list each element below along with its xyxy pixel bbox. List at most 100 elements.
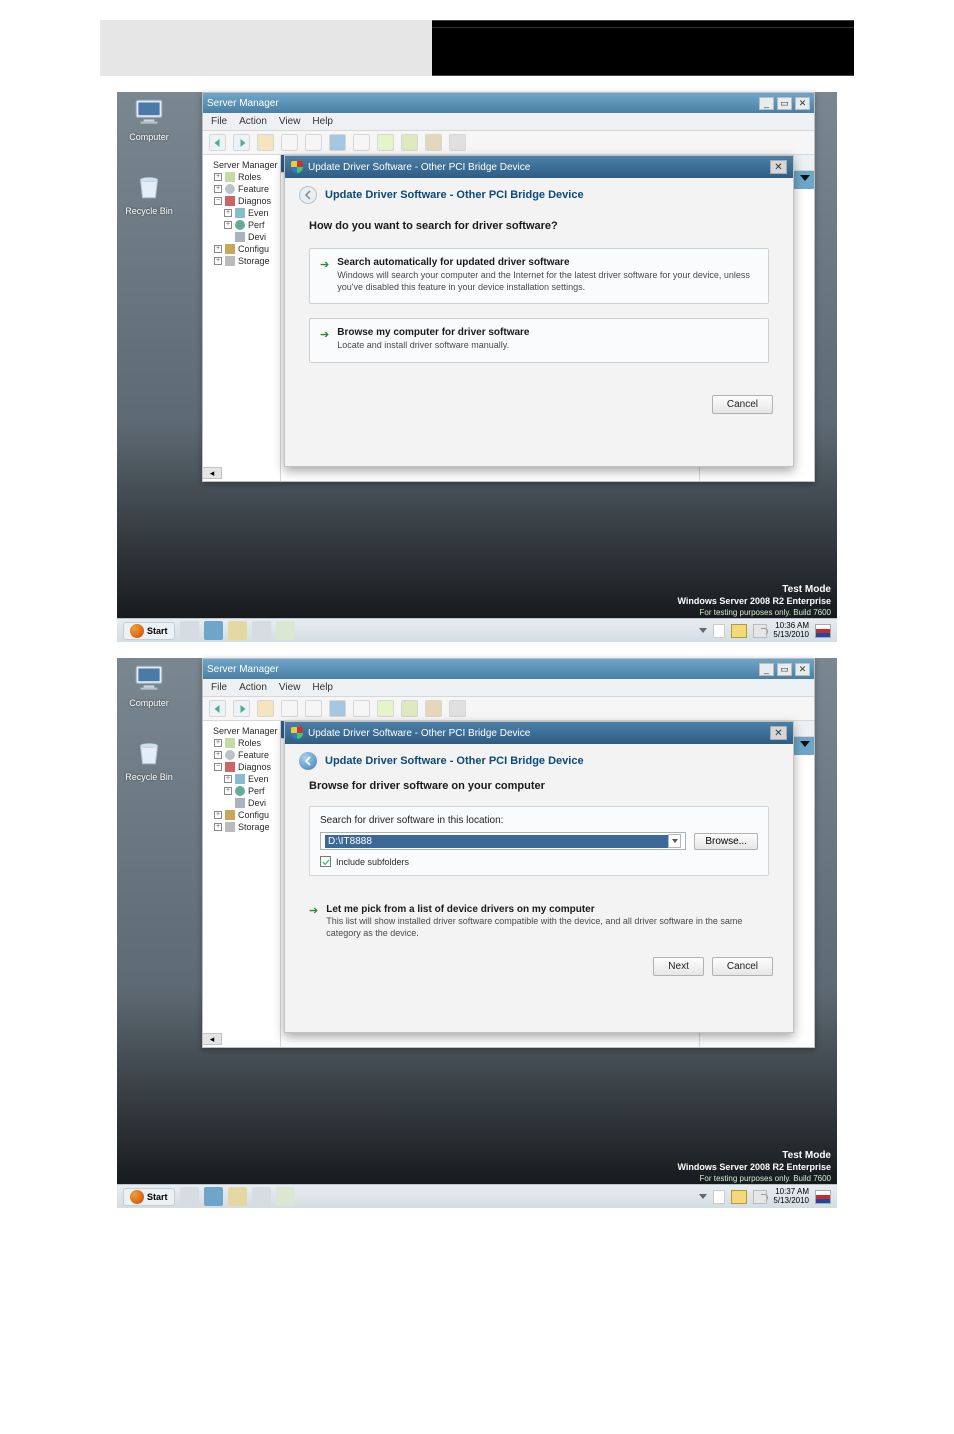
toolbar-btn[interactable] — [377, 134, 394, 151]
forward-icon[interactable] — [233, 134, 250, 151]
start-button[interactable]: Start — [123, 1188, 175, 1206]
toolbar-btn[interactable] — [257, 700, 274, 717]
taskbar-app-icon[interactable] — [276, 1187, 295, 1206]
toolbar-btn[interactable] — [257, 134, 274, 151]
tree-features[interactable]: Feature — [238, 184, 269, 194]
minimize-button[interactable]: _ — [759, 97, 774, 110]
wizard-close-icon[interactable]: ✕ — [770, 726, 787, 740]
next-button[interactable]: Next — [653, 957, 704, 976]
wizard-close-icon[interactable]: ✕ — [770, 160, 787, 174]
toolbar-btn[interactable] — [377, 700, 394, 717]
menu-file[interactable]: File — [211, 116, 227, 127]
tree-storage[interactable]: Storage — [238, 822, 270, 832]
toolbar-btn[interactable] — [281, 700, 298, 717]
toolbar-btn[interactable] — [305, 700, 322, 717]
tray-volume-icon[interactable] — [753, 624, 767, 638]
taskbar-app-icon[interactable] — [252, 1187, 271, 1206]
wizard-back-icon[interactable] — [299, 752, 317, 770]
tray-volume-icon[interactable] — [753, 1190, 767, 1204]
tree-root[interactable]: Server Manager (WIN-HS3HO8C99 — [213, 160, 281, 170]
include-subfolders-checkbox[interactable] — [320, 856, 331, 867]
minimize-button[interactable]: _ — [759, 663, 774, 676]
scroll-left-icon[interactable]: ◂ — [202, 1033, 222, 1045]
nav-tree[interactable]: Server Manager (WIN-HS3HO8C99 +Roles +Fe… — [203, 155, 281, 481]
tree-perf[interactable]: Perf — [248, 786, 265, 796]
help-icon[interactable] — [329, 700, 346, 717]
scroll-left-icon[interactable]: ◂ — [202, 467, 222, 479]
back-icon[interactable] — [209, 134, 226, 151]
tree-diagnostics[interactable]: Diagnos — [238, 762, 271, 772]
taskbar-explorer-icon[interactable] — [228, 1187, 247, 1206]
tree-storage[interactable]: Storage — [238, 256, 270, 266]
tree-config[interactable]: Configu — [238, 810, 269, 820]
toolbar-btn[interactable] — [353, 700, 370, 717]
tree-event[interactable]: Even — [248, 774, 269, 784]
desktop-recycle-icon[interactable]: Recycle Bin — [119, 168, 179, 216]
toolbar-btn[interactable] — [401, 700, 418, 717]
tray-flag-icon[interactable] — [713, 624, 725, 638]
menu-file[interactable]: File — [211, 682, 227, 693]
wizard-titlebar[interactable]: Update Driver Software - Other PCI Bridg… — [285, 722, 793, 744]
toolbar-btn[interactable] — [425, 134, 442, 151]
tray-locale-icon[interactable] — [815, 624, 831, 638]
option-browse-computer[interactable]: ➔ Browse my computer for driver software… — [309, 318, 769, 363]
start-button[interactable]: Start — [123, 622, 175, 640]
window-titlebar[interactable]: Server Manager _ ▭ ✕ — [203, 659, 814, 679]
tree-root[interactable]: Server Manager (WIN-HS3HO8C99 — [213, 726, 281, 736]
tree-devmgr[interactable]: Devi — [248, 232, 266, 242]
taskbar-ie-icon[interactable] — [204, 1187, 223, 1206]
tree-config[interactable]: Configu — [238, 244, 269, 254]
help-icon[interactable] — [329, 134, 346, 151]
menu-help[interactable]: Help — [312, 682, 333, 693]
menu-help[interactable]: Help — [312, 116, 333, 127]
maximize-button[interactable]: ▭ — [777, 663, 792, 676]
browse-button[interactable]: Browse... — [694, 833, 758, 850]
option-pick-from-list[interactable]: ➔ Let me pick from a list of device driv… — [309, 904, 769, 939]
tree-devmgr[interactable]: Devi — [248, 798, 266, 808]
option-search-auto[interactable]: ➔ Search automatically for updated drive… — [309, 248, 769, 304]
clock[interactable]: 10:37 AM 5/13/2010 — [773, 1188, 809, 1205]
dropdown-icon[interactable] — [668, 834, 682, 848]
clock[interactable]: 10:36 AM 5/13/2010 — [773, 622, 809, 639]
tree-event[interactable]: Even — [248, 208, 269, 218]
toolbar-btn[interactable] — [281, 134, 298, 151]
desktop-computer-icon[interactable]: Computer — [119, 660, 179, 708]
taskbar-servermanager-icon[interactable] — [180, 621, 199, 640]
tray-overflow-icon[interactable] — [699, 1194, 707, 1199]
toolbar-btn[interactable] — [401, 134, 418, 151]
tree-roles[interactable]: Roles — [238, 738, 261, 748]
tray-flag-icon[interactable] — [713, 1190, 725, 1204]
toolbar-btn[interactable] — [353, 134, 370, 151]
tray-network-icon[interactable] — [731, 624, 747, 638]
close-button[interactable]: ✕ — [795, 97, 810, 110]
taskbar-servermanager-icon[interactable] — [180, 1187, 199, 1206]
back-icon[interactable] — [209, 700, 226, 717]
cancel-button[interactable]: Cancel — [712, 395, 773, 414]
menu-action[interactable]: Action — [239, 116, 267, 127]
tray-network-icon[interactable] — [731, 1190, 747, 1204]
toolbar-btn[interactable] — [305, 134, 322, 151]
taskbar-explorer-icon[interactable] — [228, 621, 247, 640]
tree-perf[interactable]: Perf — [248, 220, 265, 230]
taskbar-ie-icon[interactable] — [204, 621, 223, 640]
desktop-computer-icon[interactable]: Computer — [119, 94, 179, 142]
wizard-back-icon[interactable] — [299, 186, 317, 204]
nav-tree[interactable]: Server Manager (WIN-HS3HO8C99 +Roles +Fe… — [203, 721, 281, 1047]
cancel-button[interactable]: Cancel — [712, 957, 773, 976]
desktop-recycle-icon[interactable]: Recycle Bin — [119, 734, 179, 782]
menu-view[interactable]: View — [279, 116, 301, 127]
maximize-button[interactable]: ▭ — [777, 97, 792, 110]
forward-icon[interactable] — [233, 700, 250, 717]
toolbar-btn[interactable] — [449, 134, 466, 151]
menu-view[interactable]: View — [279, 682, 301, 693]
toolbar-btn[interactable] — [449, 700, 466, 717]
tray-overflow-icon[interactable] — [699, 628, 707, 633]
taskbar-app-icon[interactable] — [252, 621, 271, 640]
wizard-titlebar[interactable]: Update Driver Software - Other PCI Bridg… — [285, 156, 793, 178]
window-titlebar[interactable]: Server Manager _ ▭ ✕ — [203, 93, 814, 113]
menu-action[interactable]: Action — [239, 682, 267, 693]
tree-roles[interactable]: Roles — [238, 172, 261, 182]
tree-features[interactable]: Feature — [238, 750, 269, 760]
tray-locale-icon[interactable] — [815, 1190, 831, 1204]
path-input[interactable] — [325, 835, 668, 848]
